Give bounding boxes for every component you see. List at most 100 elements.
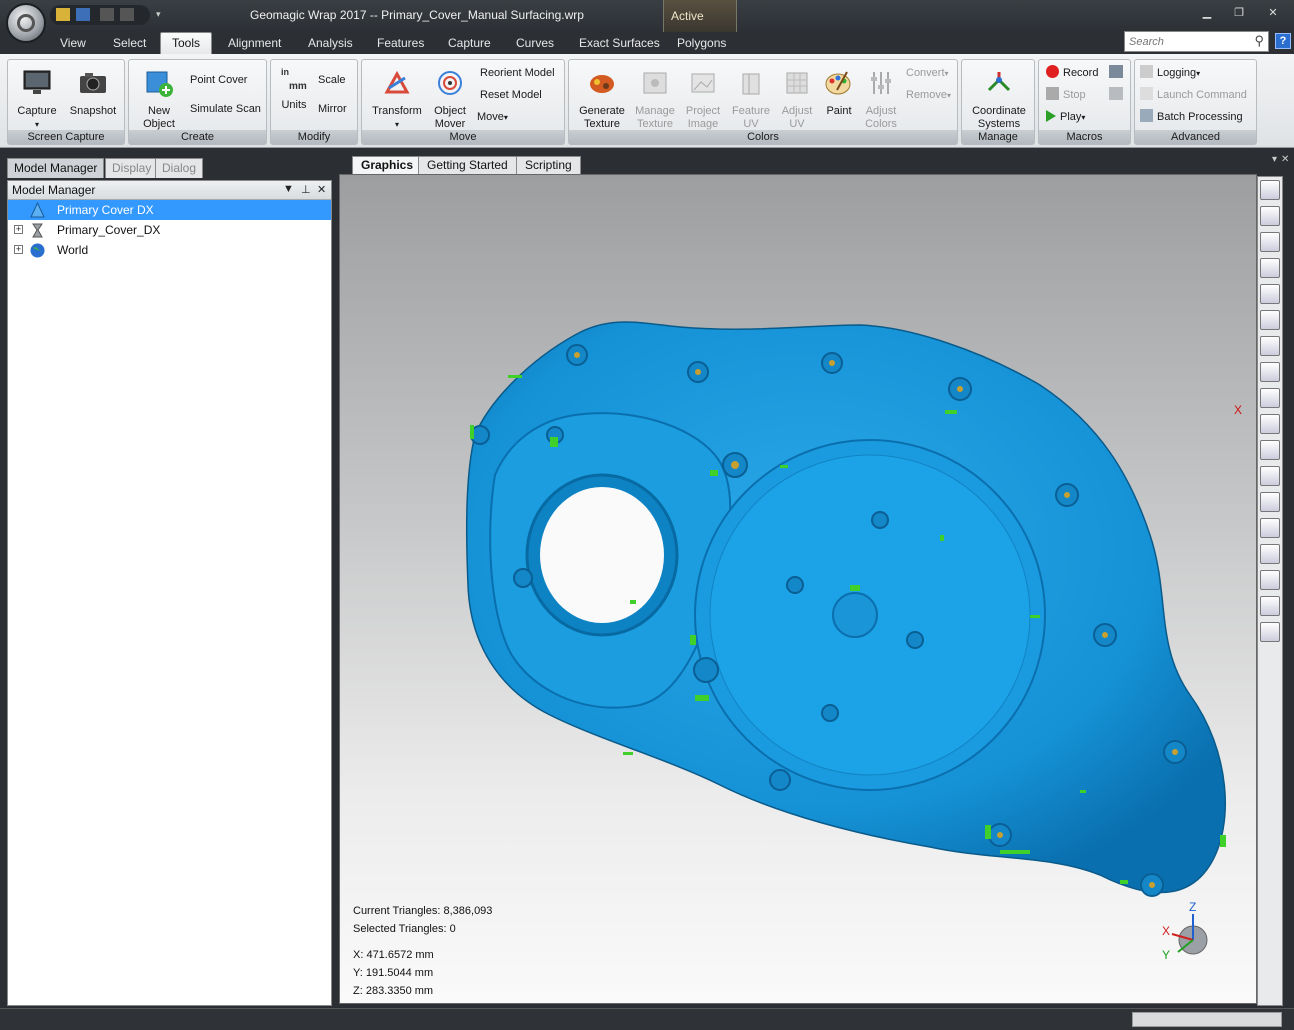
tab-capture[interactable]: Capture: [448, 36, 491, 50]
line-select-icon[interactable]: [1260, 388, 1280, 408]
launch-command-button[interactable]: Launch Command: [1140, 87, 1247, 103]
tab-polygons[interactable]: Polygons: [677, 36, 726, 50]
adjust-colors-label: Adjust Colors: [865, 105, 897, 130]
undo-icon[interactable]: [100, 8, 114, 21]
select-backfaces-icon[interactable]: [1260, 518, 1280, 538]
tree-item-primary-cover-dx-points[interactable]: + Primary_Cover_DX: [8, 220, 331, 240]
adjust-uv-button[interactable]: Adjust UV: [775, 68, 819, 131]
paint-button[interactable]: Paint: [819, 68, 859, 118]
stop-icon: [1046, 87, 1059, 100]
select-visible-icon[interactable]: [1260, 492, 1280, 512]
save-icon[interactable]: [76, 8, 90, 21]
restore-button[interactable]: ❐: [1229, 6, 1249, 22]
play-label: Play: [1060, 111, 1082, 123]
tree-item-label: Primary_Cover_DX: [57, 223, 161, 237]
redo-icon[interactable]: [120, 8, 134, 21]
orientation-triad[interactable]: Z X Y: [1158, 900, 1218, 962]
open-icon[interactable]: [56, 8, 70, 21]
search-icon[interactable]: ⚲: [1254, 33, 1264, 49]
logging-button[interactable]: Logging▾: [1140, 65, 1200, 81]
tab-model-manager[interactable]: Model Manager: [7, 158, 105, 178]
tab-curves[interactable]: Curves: [516, 36, 554, 50]
remove-button[interactable]: Remove▾: [906, 87, 951, 103]
paintbrush-select-icon[interactable]: [1260, 414, 1280, 434]
lasso-select-icon[interactable]: [1260, 362, 1280, 382]
manage-texture-button[interactable]: Manage Texture: [631, 68, 679, 131]
macro-settings-icon[interactable]: [1109, 87, 1123, 100]
transform-button[interactable]: Transform ▾: [366, 68, 428, 131]
tree-item-world[interactable]: + World: [8, 240, 331, 260]
batch-processing-button[interactable]: Batch Processing: [1140, 109, 1243, 125]
graphics-dropdown-icon[interactable]: ▾: [1272, 154, 1277, 165]
rectangle-select-icon[interactable]: [1260, 336, 1280, 356]
point-cover-button[interactable]: Point Cover: [190, 72, 247, 88]
panel-close-icon[interactable]: ✕: [317, 183, 326, 196]
tab-graphics[interactable]: Graphics: [352, 156, 423, 174]
tab-view[interactable]: View: [60, 36, 86, 50]
play-button[interactable]: Play▾: [1046, 109, 1085, 125]
view-top-icon[interactable]: [1260, 570, 1280, 590]
feature-uv-button[interactable]: Feature UV: [727, 68, 775, 131]
graphics-close-icon[interactable]: ✕: [1281, 154, 1289, 165]
help-button[interactable]: ?: [1275, 33, 1291, 49]
project-image-button[interactable]: Project Image: [679, 68, 727, 131]
record-button[interactable]: Record: [1046, 65, 1098, 81]
tab-features[interactable]: Features: [377, 36, 424, 50]
search-input[interactable]: [1125, 32, 1243, 51]
spin-center-icon[interactable]: [1260, 310, 1280, 330]
units-icon-mm: mm: [289, 81, 307, 92]
tab-tools[interactable]: Tools: [160, 32, 213, 54]
coordinate-systems-button[interactable]: Coordinate Systems: [965, 68, 1033, 131]
new-object-label: New Object: [143, 105, 175, 130]
convert-button[interactable]: Convert▾: [906, 65, 949, 81]
units-button[interactable]: in mm Units: [275, 66, 313, 112]
view-iso-icon[interactable]: [1260, 232, 1280, 252]
view-fit-icon[interactable]: [1260, 180, 1280, 200]
tab-getting-started[interactable]: Getting Started: [418, 156, 517, 174]
tab-analysis[interactable]: Analysis: [308, 36, 353, 50]
simulate-scan-button[interactable]: Simulate Scan: [190, 101, 261, 117]
zoom-icon[interactable]: [1260, 284, 1280, 304]
generate-texture-icon: [590, 75, 614, 93]
new-object-icon: [146, 71, 173, 97]
3d-viewport[interactable]: X Current Triangles: 8,386,093 Selected …: [339, 174, 1257, 1004]
custom-region-icon[interactable]: [1260, 440, 1280, 460]
tab-select[interactable]: Select: [113, 36, 146, 50]
capture-button[interactable]: Capture ▾: [14, 68, 60, 131]
app-logo[interactable]: [6, 3, 46, 43]
snapshot-button[interactable]: Snapshot: [66, 68, 120, 118]
panel-dropdown-icon[interactable]: ▼: [283, 183, 294, 195]
view-side-icon[interactable]: [1260, 596, 1280, 616]
tab-display[interactable]: Display: [105, 158, 159, 178]
object-mover-button[interactable]: Object Mover: [428, 68, 472, 131]
expand-icon[interactable]: +: [14, 225, 23, 234]
reset-model-button[interactable]: Reset Model: [480, 87, 542, 103]
group-label-manage: Manage: [962, 130, 1034, 144]
new-object-button[interactable]: New Object: [133, 68, 185, 131]
tab-alignment[interactable]: Alignment: [228, 36, 281, 50]
reorient-model-button[interactable]: Reorient Model: [480, 65, 555, 81]
scale-button[interactable]: Scale: [318, 72, 346, 88]
generate-texture-button[interactable]: Generate Texture: [573, 68, 631, 131]
mirror-button[interactable]: Mirror: [318, 101, 347, 117]
left-panel: Model Manager Display Dialog Model Manag…: [0, 150, 336, 1010]
move-dropdown-button[interactable]: Move▾: [477, 109, 508, 125]
tab-exact-surfaces[interactable]: Exact Surfaces: [579, 36, 660, 50]
tab-scripting[interactable]: Scripting: [516, 156, 581, 174]
expand-icon[interactable]: +: [14, 245, 23, 254]
macro-editor-icon[interactable]: [1109, 65, 1123, 78]
minimize-button[interactable]: ▁: [1197, 6, 1217, 22]
close-button[interactable]: ✕: [1263, 6, 1283, 22]
view-back-icon[interactable]: [1260, 622, 1280, 642]
view-pan-icon[interactable]: [1260, 258, 1280, 278]
select-through-icon[interactable]: [1260, 466, 1280, 486]
qat-dropdown-icon[interactable]: ▾: [156, 9, 161, 20]
ribbon: Capture ▾ Snapshot Screen Capture New Ob…: [0, 54, 1294, 148]
view-front-icon[interactable]: [1260, 544, 1280, 564]
view-rotate-icon[interactable]: [1260, 206, 1280, 226]
tree-item-primary-cover-dx-mesh[interactable]: Primary Cover DX: [8, 200, 331, 220]
pin-icon[interactable]: ⊥: [301, 183, 311, 196]
tab-dialog[interactable]: Dialog: [155, 158, 204, 178]
adjust-colors-button[interactable]: Adjust Colors: [859, 68, 903, 131]
stop-button[interactable]: Stop: [1046, 87, 1086, 103]
